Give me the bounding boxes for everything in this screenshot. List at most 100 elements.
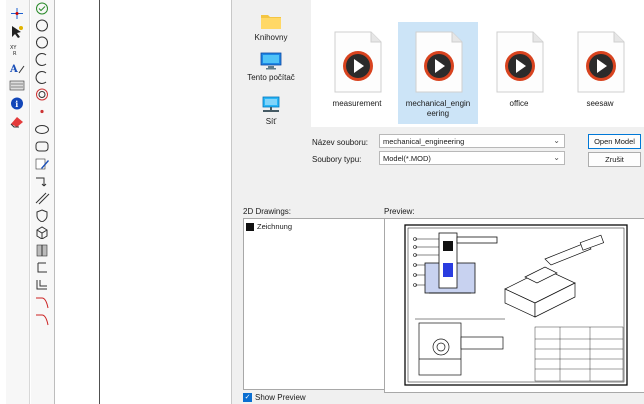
info-tool-button[interactable]: i bbox=[8, 96, 26, 110]
filetype-value: Model(*.MOD) bbox=[383, 154, 431, 163]
file-name: mechanical_engin eering bbox=[405, 99, 471, 118]
file-name: seesaw bbox=[586, 99, 614, 108]
arc-tool-button[interactable] bbox=[33, 70, 51, 84]
svg-text:A: A bbox=[9, 64, 18, 74]
door-icon bbox=[36, 244, 48, 256]
curve-icon bbox=[36, 297, 49, 308]
select-arrow-tool-button[interactable] bbox=[8, 24, 26, 38]
chevron-down-icon[interactable]: ⌄ bbox=[553, 153, 560, 162]
circle-icon bbox=[36, 36, 48, 49]
circle-tool-button[interactable] bbox=[33, 36, 51, 50]
network-icon bbox=[262, 96, 280, 112]
preview-panel bbox=[384, 218, 644, 393]
arc-icon bbox=[35, 53, 47, 67]
parallel-lines-tool-button[interactable] bbox=[33, 191, 51, 205]
hatch-icon bbox=[9, 80, 25, 90]
check-tool-button[interactable] bbox=[33, 1, 51, 15]
ellipse-tool-button[interactable] bbox=[33, 122, 51, 136]
svg-text:R: R bbox=[13, 51, 17, 56]
guide-line bbox=[99, 0, 100, 404]
media-file-icon bbox=[334, 31, 382, 93]
left-toolbar-2 bbox=[31, 0, 55, 404]
nav-libraries[interactable]: Knihovny bbox=[236, 12, 306, 42]
preview-label: Preview: bbox=[384, 207, 415, 216]
offset-icon bbox=[36, 280, 47, 290]
curve-tool-button[interactable] bbox=[33, 312, 51, 326]
dot-icon bbox=[40, 110, 44, 114]
cube-icon bbox=[36, 226, 48, 240]
shield-icon bbox=[36, 209, 48, 223]
show-preview-checkbox[interactable]: ✓ Show Preview bbox=[243, 393, 306, 402]
nav-libraries-label: Knihovny bbox=[254, 33, 288, 42]
check-icon: ✓ bbox=[243, 393, 252, 402]
arc-icon bbox=[35, 70, 47, 84]
file-item-mechanical-engineering[interactable]: mechanical_engin eering bbox=[398, 22, 478, 124]
check-icon bbox=[36, 2, 48, 14]
file-item-seesaw[interactable]: seesaw bbox=[560, 22, 640, 124]
text-style-tool-button[interactable]: A bbox=[8, 60, 26, 74]
info-icon: i bbox=[11, 97, 23, 109]
dot-tool-button[interactable] bbox=[33, 105, 51, 119]
door-tool-button[interactable] bbox=[33, 243, 51, 257]
snap-grid-icon bbox=[11, 7, 23, 19]
coordinate-tool-button[interactable]: XY R bbox=[8, 42, 26, 56]
circle-icon bbox=[36, 19, 48, 32]
nav-this-pc[interactable]: Tento počítač bbox=[236, 52, 306, 82]
media-file-icon bbox=[415, 31, 463, 93]
double-circle-icon bbox=[36, 88, 48, 101]
file-list: measurement mechanical_engin eering offic… bbox=[311, 0, 644, 127]
file-item-measurement[interactable]: measurement bbox=[317, 22, 397, 124]
rounded-rect-icon bbox=[35, 141, 49, 152]
open-model-button[interactable]: Open Model bbox=[588, 134, 641, 149]
dimension-tool-button[interactable] bbox=[33, 174, 51, 188]
folder-icon bbox=[261, 15, 281, 29]
file-item-office[interactable]: office bbox=[479, 22, 559, 124]
drawings-label: 2D Drawings: bbox=[243, 207, 292, 216]
cube-tool-button[interactable] bbox=[33, 226, 51, 240]
filename-label: Název souboru: bbox=[312, 138, 369, 147]
offset-tool-button[interactable] bbox=[33, 278, 51, 292]
filename-value: mechanical_engineering bbox=[383, 137, 465, 146]
drawing-name: Zeichnung bbox=[257, 222, 293, 231]
nav-this-pc-label: Tento počítač bbox=[247, 73, 295, 82]
drawings-list[interactable]: Zeichnung bbox=[243, 218, 385, 390]
open-model-dialog: Knihovny Tento počítač Síť measurement m… bbox=[231, 0, 644, 404]
file-name: office bbox=[509, 99, 529, 108]
file-name: measurement bbox=[332, 99, 382, 108]
list-item[interactable]: Zeichnung bbox=[246, 222, 292, 231]
media-file-icon bbox=[496, 31, 544, 93]
rounded-rect-tool-button[interactable] bbox=[33, 139, 51, 153]
double-circle-tool-button[interactable] bbox=[33, 88, 51, 102]
dimension-icon bbox=[36, 177, 47, 186]
filetype-select[interactable]: Model(*.MOD) ⌄ bbox=[379, 151, 565, 165]
hatch-tool-button[interactable] bbox=[8, 78, 26, 92]
bracket-tool-button[interactable] bbox=[33, 261, 51, 275]
color-swatch bbox=[246, 222, 254, 231]
pen-edit-icon bbox=[35, 158, 49, 170]
technical-drawing-preview bbox=[404, 224, 628, 386]
ellipse-icon bbox=[35, 124, 49, 134]
media-file-icon bbox=[577, 31, 625, 93]
select-arrow-icon bbox=[12, 25, 23, 38]
coordinate-icon: XYR bbox=[10, 45, 17, 56]
text-style-icon: A bbox=[9, 64, 25, 74]
drawing-area[interactable] bbox=[57, 0, 231, 404]
eraser-icon bbox=[10, 116, 23, 127]
arc-tool-button[interactable] bbox=[33, 53, 51, 67]
pen-edit-tool-button[interactable] bbox=[33, 157, 51, 171]
bracket-icon bbox=[37, 262, 47, 273]
chevron-down-icon[interactable]: ⌄ bbox=[553, 136, 560, 145]
parallel-lines-icon bbox=[35, 192, 50, 205]
filename-input[interactable]: mechanical_engineering ⌄ bbox=[379, 134, 565, 148]
eraser-tool-button[interactable] bbox=[8, 114, 26, 128]
nav-network[interactable]: Síť bbox=[236, 96, 306, 126]
shield-tool-button[interactable] bbox=[33, 209, 51, 223]
snap-grid-tool-button[interactable] bbox=[8, 6, 26, 20]
filetype-label: Soubory typu: bbox=[312, 155, 362, 164]
curve-tool-button[interactable] bbox=[33, 295, 51, 309]
nav-network-label: Síť bbox=[265, 117, 277, 126]
left-toolbar-1: XY R Ai bbox=[6, 0, 30, 404]
monitor-icon bbox=[260, 52, 282, 70]
circle-tool-button[interactable] bbox=[33, 18, 51, 32]
cancel-button[interactable]: Zrušit bbox=[588, 152, 641, 167]
